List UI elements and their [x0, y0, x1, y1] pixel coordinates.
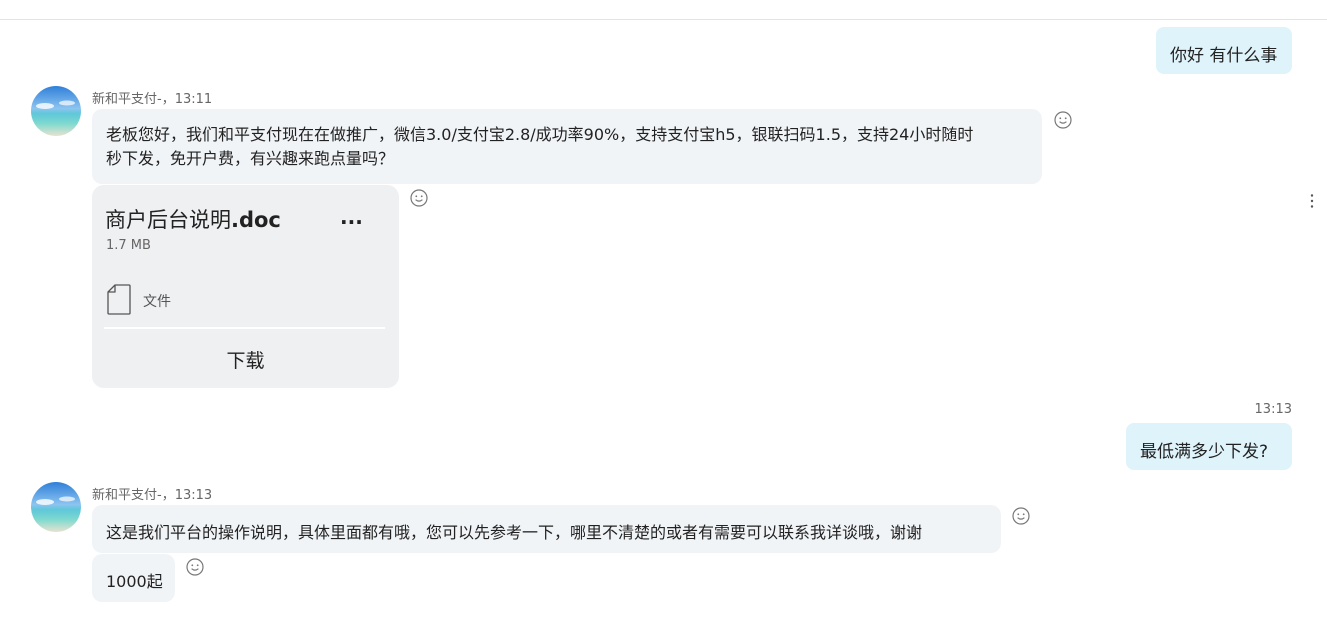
message-text: 这是我们平台的操作说明，具体里面都有哦，您可以先参考一下，哪里不清楚的或者有需要… — [106, 523, 923, 542]
incoming-message[interactable]: 1000起 — [92, 554, 175, 602]
document-icon — [107, 284, 131, 319]
sender-info: 新和平支付-，13:13 — [92, 488, 213, 503]
file-type-label: 文件 — [143, 294, 171, 310]
incoming-message[interactable]: 这是我们平台的操作说明，具体里面都有哦，您可以先参考一下，哪里不清楚的或者有需要… — [92, 505, 1001, 553]
message-text: 最低满多少下发? — [1140, 442, 1269, 462]
message-timestamp: 13:13 — [1254, 402, 1292, 417]
sender-info: 新和平支付-，13:11 — [92, 92, 213, 107]
vertical-ellipsis-icon[interactable] — [1309, 193, 1315, 213]
top-divider — [0, 19, 1327, 20]
smiley-icon[interactable] — [1054, 111, 1072, 129]
download-button[interactable]: 下载 — [92, 346, 399, 373]
smiley-icon[interactable] — [410, 189, 428, 207]
message-text-line: 老板您好，我们和平支付现在在做推广，微信3.0/支付宝2.8/成功率90%，支持… — [106, 125, 974, 144]
message-text-line: 秒下发，免开户费，有兴趣来跑点量吗？ — [106, 149, 395, 168]
file-more-button[interactable]: ... — [340, 205, 363, 229]
avatar-image — [31, 482, 81, 532]
smiley-icon[interactable] — [186, 558, 204, 576]
smiley-icon[interactable] — [1012, 507, 1030, 525]
file-size: 1.7 MB — [106, 238, 151, 253]
outgoing-message[interactable]: 最低满多少下发? — [1126, 423, 1292, 470]
incoming-message[interactable]: 老板您好，我们和平支付现在在做推广，微信3.0/支付宝2.8/成功率90%，支持… — [92, 109, 1042, 184]
file-name: 商户后台说明.doc — [105, 208, 281, 232]
avatar[interactable] — [31, 482, 81, 532]
file-attachment-card[interactable]: 商户后台说明.doc ... 1.7 MB 文件 下载 — [92, 185, 399, 388]
avatar[interactable] — [31, 86, 81, 136]
avatar-image — [31, 86, 81, 136]
outgoing-message[interactable]: 你好 有什么事 — [1156, 27, 1292, 74]
divider — [104, 327, 385, 329]
message-text: 1000起 — [106, 572, 163, 591]
message-text: 你好 有什么事 — [1170, 46, 1278, 66]
